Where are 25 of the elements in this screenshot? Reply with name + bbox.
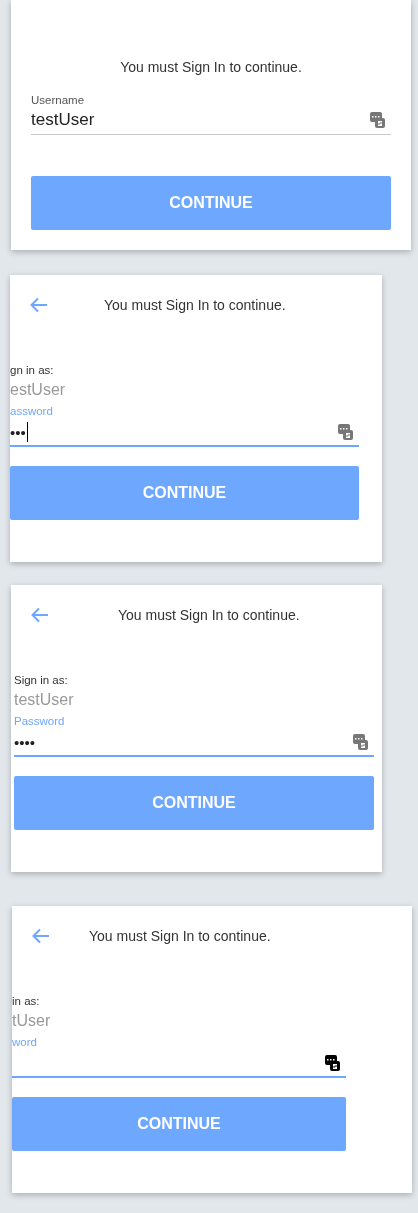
field-label: assword <box>10 404 54 419</box>
sign-in-as-label: gn in as: <box>10 363 55 378</box>
username-field[interactable]: testUser <box>31 106 391 135</box>
continue-button[interactable]: CONTINUE <box>31 176 391 230</box>
keyboard-icon[interactable] <box>325 1055 340 1071</box>
back-arrow-icon[interactable] <box>30 297 48 313</box>
continue-button[interactable]: CONTINUE <box>10 466 359 520</box>
sign-in-message: You must Sign In to continue. <box>119 59 303 75</box>
sign-in-message: You must Sign In to continue. <box>89 928 271 944</box>
continue-button[interactable]: CONTINUE <box>12 1097 346 1151</box>
username-text: estUser <box>10 380 67 400</box>
sign-in-message: You must Sign In to continue. <box>118 607 300 623</box>
continue-button[interactable]: CONTINUE <box>14 776 374 830</box>
username-text: tUser <box>12 1011 52 1031</box>
back-arrow-icon[interactable] <box>32 928 50 944</box>
back-arrow-icon[interactable] <box>31 607 49 623</box>
password-field[interactable]: ••• <box>10 419 359 447</box>
sign-in-message: You must Sign In to continue. <box>104 297 286 313</box>
field-label: word <box>12 1035 38 1050</box>
field-label: Password <box>14 714 66 729</box>
sign-in-as-label: in as: <box>12 994 41 1009</box>
username-text: testUser <box>14 690 75 710</box>
password-field[interactable]: •••• <box>14 729 374 757</box>
sign-in-as-label: Sign in as: <box>14 673 69 688</box>
field-label: Username <box>31 94 86 106</box>
